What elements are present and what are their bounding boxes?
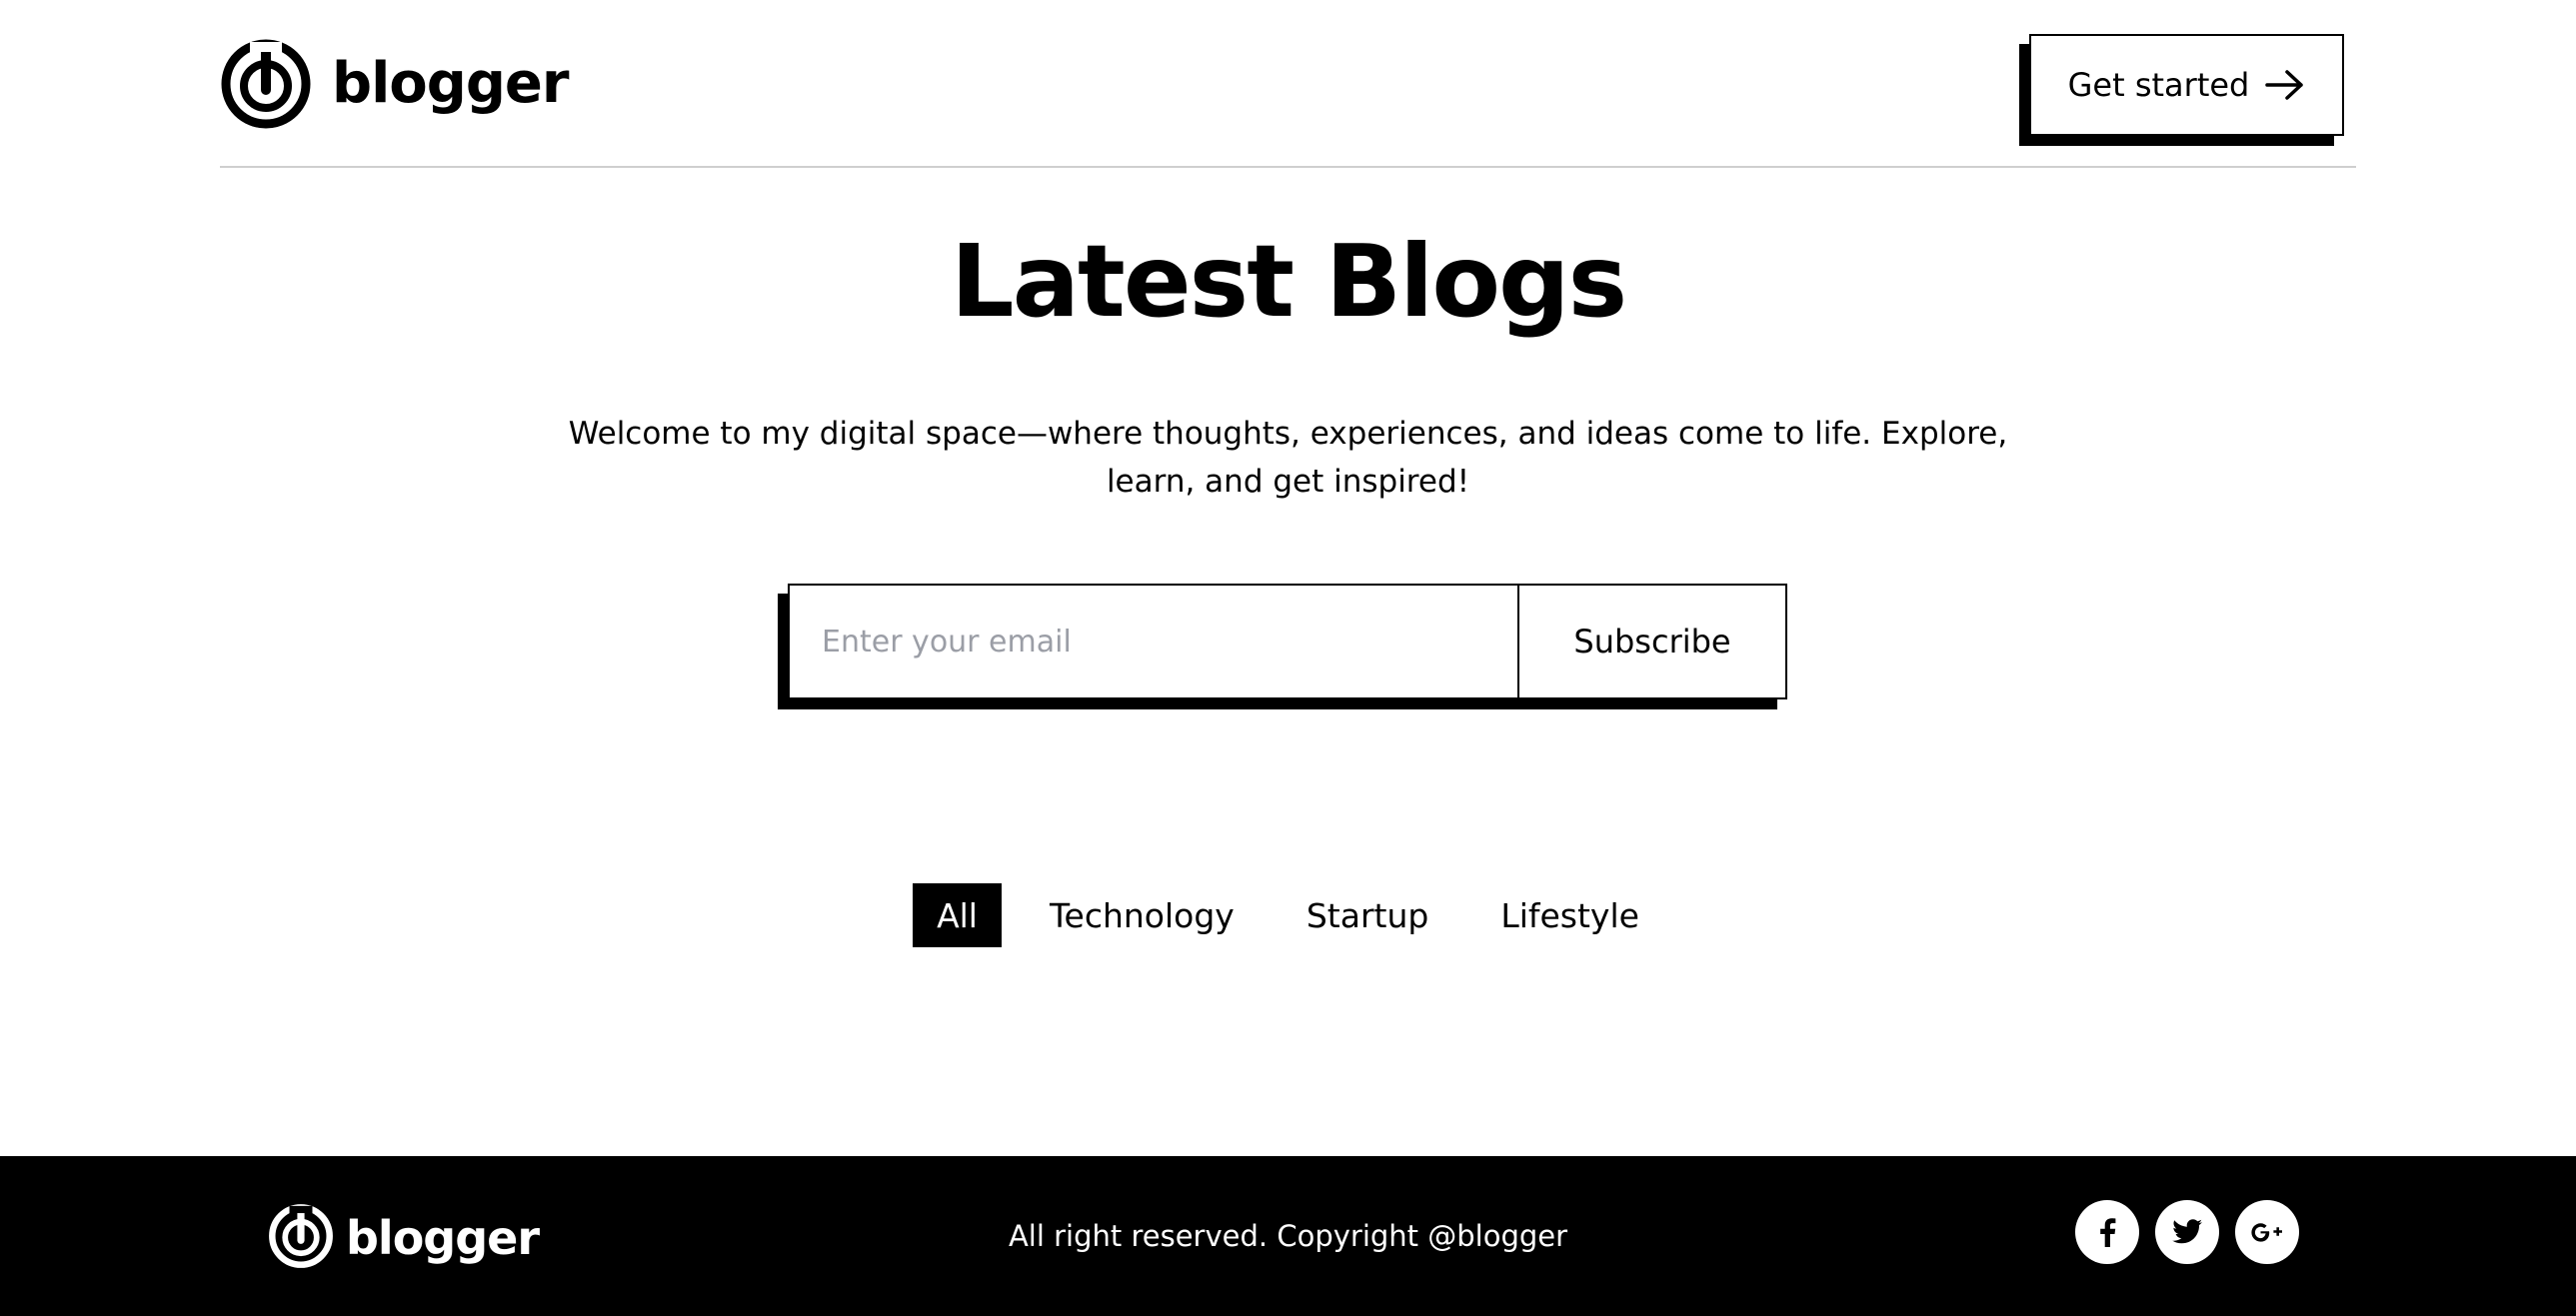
page-title: Latest Blogs [950,223,1627,340]
facebook-icon [2097,1217,2117,1247]
category-filter-tabs: All Technology Startup Lifestyle [0,883,2576,947]
site-header: blogger Get started [220,0,2356,168]
subscribe-wrapper: Subscribe [778,584,1787,709]
logo-icon [220,38,312,130]
subscribe-button[interactable]: Subscribe [1519,586,1785,697]
tab-all[interactable]: All [913,883,1002,947]
get-started-label: Get started [2067,66,2250,104]
tab-startup[interactable]: Startup [1283,883,1452,947]
get-started-wrapper: Get started [2019,34,2344,146]
google-plus-link[interactable] [2235,1200,2299,1264]
brand-logo[interactable]: blogger [220,36,570,132]
get-started-button[interactable]: Get started [2029,34,2344,136]
email-input[interactable] [790,586,1519,697]
page-subtitle: Welcome to my digital space—where though… [568,416,2008,500]
site-footer: blogger All right reserved. Copyright @b… [0,1156,2576,1316]
tab-lifestyle[interactable]: Lifestyle [1476,883,1663,947]
brand-name: blogger [332,51,570,116]
social-links [2075,1200,2299,1264]
tab-technology[interactable]: Technology [1026,883,1259,947]
facebook-link[interactable] [2075,1200,2139,1264]
subscribe-form: Subscribe [788,584,1787,699]
arrow-right-icon [2265,69,2305,101]
twitter-link[interactable] [2155,1200,2219,1264]
google-plus-icon [2249,1220,2285,1244]
twitter-icon [2171,1219,2203,1245]
